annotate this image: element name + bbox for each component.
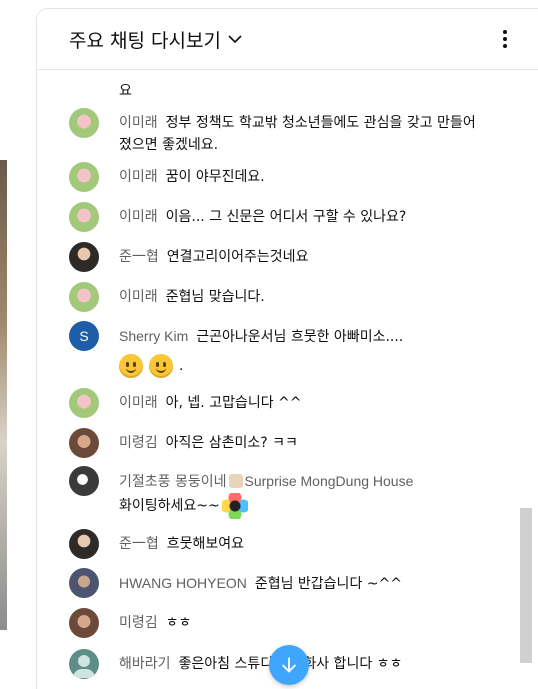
avatar[interactable]	[69, 649, 99, 679]
live-chat-panel: 주요 채팅 다시보기 요 이미래 정부 정책도 학교밖 청소년들에도 관심을 갖고…	[36, 8, 538, 689]
avatar[interactable]	[69, 242, 99, 272]
video-player-edge	[0, 160, 7, 630]
more-vert-icon[interactable]	[493, 27, 517, 51]
message-text: 정부 정책도 학교밖 청소년들에도 관심을 갖고 만들어 졌으면 좋겠네요.	[119, 115, 476, 153]
avatar[interactable]	[69, 568, 99, 598]
chat-header: 주요 채팅 다시보기	[37, 9, 538, 70]
author-name[interactable]: 이미래	[119, 209, 158, 225]
author-name[interactable]: 이미래	[119, 115, 158, 131]
author-name[interactable]: 미령김	[119, 615, 158, 631]
author-name[interactable]: Sherry Kim	[119, 328, 188, 344]
message-text: 아, 넵. 고맙습니다 ^^	[165, 395, 302, 411]
flower-emoji-icon	[221, 493, 248, 519]
author-name[interactable]: 미령김	[119, 435, 158, 451]
chat-message: 이미래 아, 넵. 고맙습니다 ^^	[69, 388, 479, 418]
avatar[interactable]	[69, 608, 99, 638]
chat-message: 이미래 이음... 그 신문은 어디서 구할 수 있나요?	[69, 202, 479, 232]
avatar[interactable]	[69, 428, 99, 458]
message-text: 준협님 맞습니다.	[165, 289, 265, 305]
avatar[interactable]: S	[69, 321, 99, 351]
chat-message: 이미래 정부 정책도 학교밖 청소년들에도 관심을 갖고 만들어 졌으면 좋겠네요…	[69, 108, 479, 156]
chat-message: 이미래 꿈이 야무진데요.	[69, 162, 479, 192]
avatar[interactable]	[69, 202, 99, 232]
chat-mode-label: 주요 채팅 다시보기	[69, 29, 221, 52]
chat-mode-dropdown[interactable]: 주요 채팅 다시보기	[69, 26, 243, 53]
avatar[interactable]	[69, 162, 99, 192]
avatar[interactable]	[69, 282, 99, 312]
avatar[interactable]	[69, 388, 99, 418]
member-badge-icon	[228, 474, 243, 488]
avatar[interactable]	[69, 529, 99, 559]
message-text: 준협님 반갑습니다 ~^^	[254, 576, 402, 592]
message-text: 꿈이 야무진데요.	[165, 169, 265, 185]
chat-message: 미령김 ㅎㅎ	[69, 608, 479, 638]
chat-message: 미령김 아직은 삼촌미소? ㅋㅋ	[69, 428, 479, 458]
avatar[interactable]	[69, 466, 99, 496]
message-text: 연결고리이어주는것네요	[166, 249, 309, 265]
message-text: 화이팅하세요~~	[119, 498, 220, 514]
author-name[interactable]: 이미래	[119, 289, 158, 305]
smile-emoji-icon	[149, 354, 173, 378]
message-text: 아직은 삼촌미소? ㅋㅋ	[165, 435, 298, 451]
author-name[interactable]: HWANG HOHYEON	[119, 575, 247, 591]
avatar[interactable]	[69, 108, 99, 138]
author-name[interactable]: 이미래	[119, 169, 158, 185]
message-text: 흐뭇해보여요	[166, 536, 245, 552]
scroll-to-bottom-button[interactable]	[269, 645, 309, 685]
chat-message: S Sherry Kim 근곤아나운서님 흐뭇한 아빠미소.... .	[69, 321, 479, 378]
chat-message-list[interactable]: 요 이미래 정부 정책도 학교밖 청소년들에도 관심을 갖고 만들어 졌으면 좋겠…	[37, 70, 538, 689]
chat-message: HWANG HOHYEON 준협님 반갑습니다 ~^^	[69, 568, 479, 598]
author-name[interactable]: 기절초풍 몽둥이네	[119, 474, 227, 490]
message-text: 근곤아나운서님 흐뭇한 아빠미소....	[196, 329, 404, 345]
chevron-down-icon	[228, 35, 242, 44]
author-name[interactable]: 준一협	[119, 249, 159, 265]
cut-off-message-tail: 요	[119, 83, 132, 99]
chat-message: 준一협 연결고리이어주는것네요	[69, 242, 479, 272]
message-text-tail: .	[179, 358, 184, 374]
author-name[interactable]: 해바라기	[119, 656, 171, 672]
message-text: ㅎㅎ	[165, 615, 192, 631]
arrow-down-icon	[281, 657, 297, 673]
chat-message: 기절초풍 몽둥이네 Surprise MongDung House 화이팅하세요~…	[69, 466, 479, 519]
chat-message: 준一협 흐뭇해보여요	[69, 529, 479, 559]
chat-message: 이미래 준협님 맞습니다.	[69, 282, 479, 312]
message-text: 이음... 그 신문은 어디서 구할 수 있나요?	[165, 209, 407, 225]
chat-scrollbar[interactable]	[520, 508, 532, 663]
author-name-2[interactable]: Surprise MongDung House	[245, 473, 414, 489]
author-name[interactable]: 이미래	[119, 395, 158, 411]
author-name[interactable]: 준一협	[119, 536, 159, 552]
smile-emoji-icon	[119, 354, 143, 378]
